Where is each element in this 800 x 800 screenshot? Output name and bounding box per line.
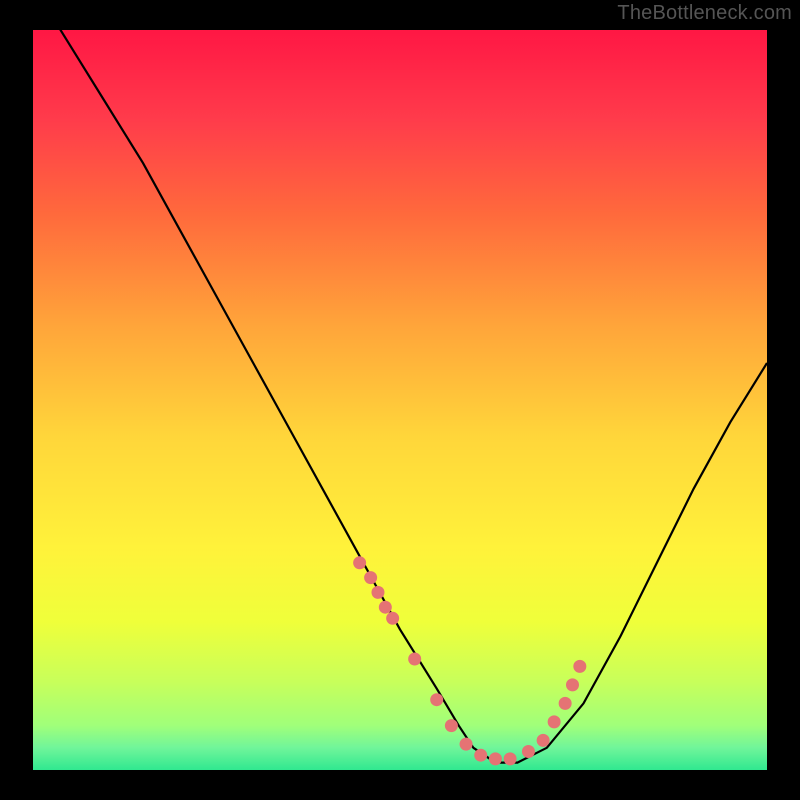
marker-point — [386, 612, 399, 625]
marker-point — [504, 752, 517, 765]
marker-point — [522, 745, 535, 758]
chart-container: TheBottleneck.com — [0, 0, 800, 800]
marker-point — [379, 601, 392, 614]
watermark-label: TheBottleneck.com — [617, 2, 792, 25]
marker-point — [371, 586, 384, 599]
marker-point — [573, 660, 586, 673]
marker-point — [566, 678, 579, 691]
marker-point — [364, 571, 377, 584]
marker-point — [460, 738, 473, 751]
gradient-background — [33, 30, 767, 770]
marker-point — [445, 719, 458, 732]
plot-area — [33, 30, 767, 770]
marker-point — [408, 653, 421, 666]
marker-point — [353, 556, 366, 569]
marker-point — [474, 749, 487, 762]
marker-point — [548, 715, 561, 728]
marker-point — [430, 693, 443, 706]
marker-point — [559, 697, 572, 710]
marker-point — [489, 752, 502, 765]
plot-svg — [33, 30, 767, 770]
marker-point — [537, 734, 550, 747]
